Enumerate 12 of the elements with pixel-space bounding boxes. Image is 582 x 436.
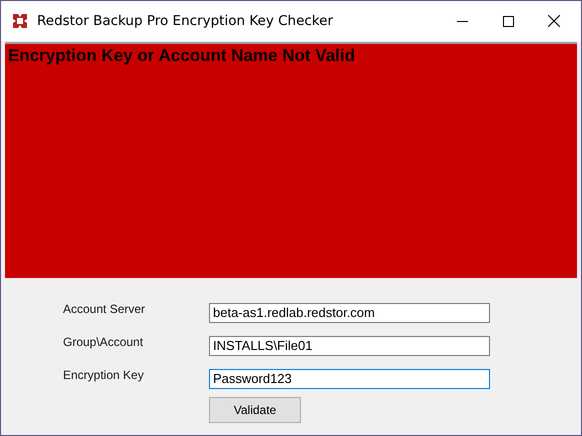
validate-button[interactable]: Validate bbox=[209, 397, 301, 423]
error-message: Encryption Key or Account Name Not Valid bbox=[8, 46, 355, 65]
maximize-icon bbox=[502, 16, 514, 26]
field-label: Group\Account bbox=[62, 335, 144, 349]
input-field[interactable]: INSTALLS\File01 bbox=[209, 336, 490, 356]
field-label: Encryption Key bbox=[62, 368, 145, 382]
input-field[interactable]: beta-as1.redlab.redstor.com bbox=[209, 302, 490, 322]
input-field[interactable]: Password123 bbox=[209, 368, 490, 388]
close-icon bbox=[548, 15, 560, 27]
field-label: Account Server bbox=[62, 302, 146, 316]
app-logo-icon bbox=[11, 12, 29, 30]
window-title: Redstor Backup Pro Encryption Key Checker bbox=[37, 13, 334, 29]
